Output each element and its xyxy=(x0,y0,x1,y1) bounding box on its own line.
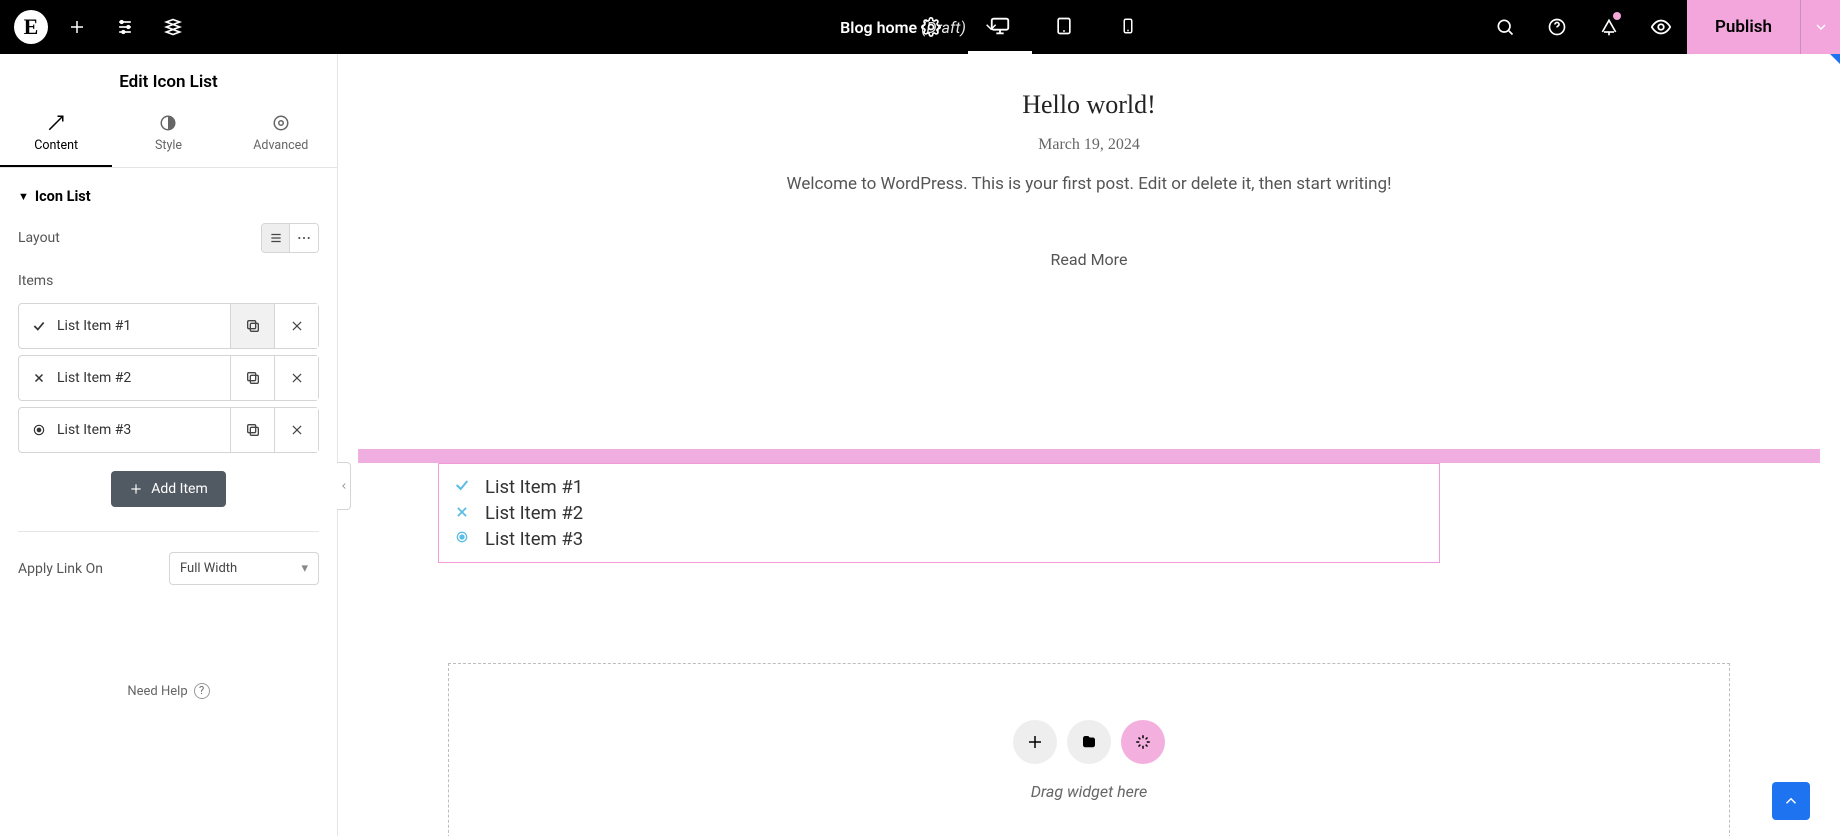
app-topbar: E Blog home (Draft) xyxy=(0,0,1840,54)
page-settings-button[interactable] xyxy=(912,8,950,46)
remove-item-button[interactable] xyxy=(274,304,318,348)
dropzone-hint: Drag widget here xyxy=(449,782,1729,801)
check-icon xyxy=(31,319,47,333)
list-item[interactable]: List Item #3 xyxy=(453,526,1425,552)
duplicate-item-button[interactable] xyxy=(230,304,274,348)
repeater-item-label: List Item #1 xyxy=(57,318,131,334)
elementor-logo[interactable]: E xyxy=(14,10,48,44)
add-element-button[interactable] xyxy=(58,8,96,46)
repeater-item[interactable]: List Item #1 xyxy=(18,303,319,349)
layout-inline-button[interactable] xyxy=(290,224,318,252)
caret-down-icon: ▼ xyxy=(18,190,29,203)
preview-button[interactable] xyxy=(1635,0,1687,54)
publish-button[interactable]: Publish xyxy=(1687,0,1800,54)
device-tablet-button[interactable] xyxy=(1032,0,1096,54)
finder-search-button[interactable] xyxy=(1479,0,1531,54)
remove-item-button[interactable] xyxy=(274,356,318,400)
help-button[interactable] xyxy=(1531,0,1583,54)
scroll-to-top-button[interactable] xyxy=(1772,782,1810,820)
times-icon xyxy=(31,372,47,384)
duplicate-item-button[interactable] xyxy=(230,356,274,400)
editor-canvas[interactable]: Hello world! March 19, 2024 Welcome to W… xyxy=(338,54,1840,836)
panel-tabs: Content Style Advanced xyxy=(0,104,337,168)
icon-list-widget[interactable]: List Item #1 List Item #2 List Item #3 xyxy=(438,463,1440,563)
repeater-item-label: List Item #3 xyxy=(57,422,131,438)
repeater-item[interactable]: List Item #3 xyxy=(18,407,319,453)
blog-post-preview: Hello world! March 19, 2024 Welcome to W… xyxy=(338,90,1840,269)
site-settings-button[interactable] xyxy=(106,8,144,46)
add-item-label: Add Item xyxy=(151,481,208,497)
remove-item-button[interactable] xyxy=(274,408,318,452)
control-apply-link-on: Apply Link On Full Width xyxy=(0,532,337,605)
add-item-button[interactable]: Add Item xyxy=(111,471,226,507)
list-item-text: List Item #3 xyxy=(485,528,583,550)
repeater-item[interactable]: List Item #2 xyxy=(18,355,319,401)
publish-options-button[interactable] xyxy=(1800,0,1840,54)
section-icon-list-header[interactable]: ▼ Icon List xyxy=(0,168,337,211)
control-layout: Layout xyxy=(0,211,337,265)
apply-link-label: Apply Link On xyxy=(18,561,103,577)
duplicate-item-button[interactable] xyxy=(230,408,274,452)
need-help-link[interactable]: Need Help ? xyxy=(0,683,337,699)
apply-link-select[interactable]: Full Width xyxy=(169,552,319,585)
list-item[interactable]: List Item #1 xyxy=(453,474,1425,500)
panel-title: Edit Icon List xyxy=(0,54,337,104)
corner-indicator-icon xyxy=(1830,54,1840,64)
publish-label: Publish xyxy=(1715,17,1772,37)
device-desktop-button[interactable] xyxy=(968,0,1032,54)
device-mobile-button[interactable] xyxy=(1096,0,1160,54)
layout-label: Layout xyxy=(18,230,60,246)
post-title[interactable]: Hello world! xyxy=(338,90,1840,120)
layout-toggle xyxy=(261,223,319,253)
read-more-link[interactable]: Read More xyxy=(1051,250,1128,269)
apply-link-value: Full Width xyxy=(180,561,237,576)
section-handle[interactable] xyxy=(358,449,1820,463)
list-item-text: List Item #2 xyxy=(485,502,583,524)
notification-dot-icon xyxy=(1613,12,1621,20)
tab-content[interactable]: Content xyxy=(0,104,112,167)
help-circle-icon: ? xyxy=(194,683,210,699)
notifications-button[interactable] xyxy=(1583,0,1635,54)
items-label: Items xyxy=(0,265,337,297)
structure-button[interactable] xyxy=(154,8,192,46)
layout-vertical-button[interactable] xyxy=(262,224,290,252)
document-name: Blog home xyxy=(840,18,917,37)
post-excerpt: Welcome to WordPress. This is your first… xyxy=(338,174,1840,194)
tab-style-label: Style xyxy=(155,138,182,153)
tab-style[interactable]: Style xyxy=(112,104,224,167)
dot-circle-icon xyxy=(31,423,47,437)
editor-panel: Edit Icon List Content Style Advanced ▼ … xyxy=(0,54,338,836)
check-icon xyxy=(453,476,471,498)
dot-circle-icon xyxy=(453,528,471,550)
responsive-device-switcher xyxy=(968,0,1160,54)
ai-button[interactable] xyxy=(1121,720,1165,764)
need-help-label: Need Help xyxy=(127,684,187,699)
repeater-item-label: List Item #2 xyxy=(57,370,131,386)
add-widget-button[interactable] xyxy=(1013,720,1057,764)
tab-advanced[interactable]: Advanced xyxy=(225,104,337,167)
tab-advanced-label: Advanced xyxy=(253,138,308,153)
tab-content-label: Content xyxy=(34,138,78,153)
add-template-button[interactable] xyxy=(1067,720,1111,764)
times-icon xyxy=(453,502,471,524)
empty-section-dropzone[interactable]: Drag widget here xyxy=(448,663,1730,836)
section-title: Icon List xyxy=(35,188,91,205)
list-item-text: List Item #1 xyxy=(485,476,583,498)
list-item[interactable]: List Item #2 xyxy=(453,500,1425,526)
post-date: March 19, 2024 xyxy=(338,136,1840,154)
